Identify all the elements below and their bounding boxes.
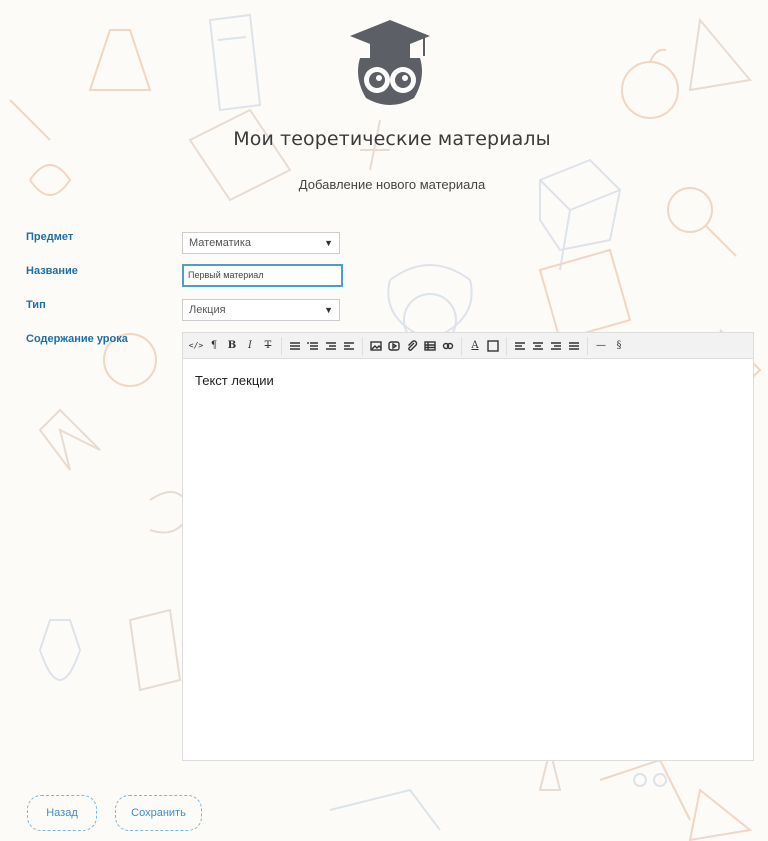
video-icon[interactable]	[386, 338, 402, 354]
type-select-value: Лекция	[189, 304, 226, 316]
paragraph-icon[interactable]: ¶	[206, 338, 222, 354]
back-button[interactable]: Назад	[27, 795, 97, 831]
dropdown-arrow-icon: ▼	[324, 305, 333, 315]
bold-icon[interactable]: B	[224, 338, 240, 354]
html-icon[interactable]: </>	[188, 338, 204, 354]
background-color-icon[interactable]	[485, 338, 501, 354]
page-subtitle: Добавление нового материала	[298, 177, 486, 192]
indent-icon[interactable]	[341, 338, 357, 354]
dropdown-arrow-icon: ▼	[324, 238, 333, 248]
toolbar-divider	[587, 336, 588, 355]
attachment-icon[interactable]	[404, 338, 420, 354]
editor-toolbar: </> ¶ B I T A — §	[183, 333, 753, 359]
italic-icon[interactable]: I	[242, 338, 258, 354]
horizontal-rule-icon[interactable]: —	[593, 338, 609, 354]
name-label: Название	[26, 265, 78, 277]
justify-icon[interactable]	[566, 338, 582, 354]
outdent-icon[interactable]	[323, 338, 339, 354]
toolbar-divider	[506, 336, 507, 355]
align-right-icon[interactable]	[548, 338, 564, 354]
strikethrough-icon[interactable]: T	[260, 338, 276, 354]
owl-graduate-logo-icon	[350, 20, 430, 105]
type-label: Тип	[26, 299, 46, 311]
font-color-icon[interactable]: A	[467, 338, 483, 354]
subject-select[interactable]: Математика ▼	[182, 232, 340, 254]
save-button[interactable]: Сохранить	[115, 795, 202, 831]
toolbar-divider	[362, 336, 363, 355]
image-icon[interactable]	[368, 338, 384, 354]
align-center-icon[interactable]	[530, 338, 546, 354]
editor-content-area[interactable]: Текст лекции	[183, 359, 753, 402]
subject-label: Предмет	[26, 231, 74, 243]
align-left-icon[interactable]	[512, 338, 528, 354]
content-label: Содержание урока	[26, 333, 128, 345]
toolbar-divider	[461, 336, 462, 355]
toolbar-divider	[281, 336, 282, 355]
type-select[interactable]: Лекция ▼	[182, 299, 340, 321]
page-title: Мои теоретические материалы	[233, 128, 551, 150]
section-icon[interactable]: §	[611, 338, 627, 354]
table-icon[interactable]	[422, 338, 438, 354]
subject-select-value: Математика	[189, 237, 251, 249]
link-icon[interactable]	[440, 338, 456, 354]
rich-text-editor: </> ¶ B I T A — § Текст лекции	[182, 332, 754, 761]
unordered-list-icon[interactable]	[287, 338, 303, 354]
ordered-list-icon[interactable]	[305, 338, 321, 354]
name-input[interactable]: Первый материал	[182, 264, 343, 287]
